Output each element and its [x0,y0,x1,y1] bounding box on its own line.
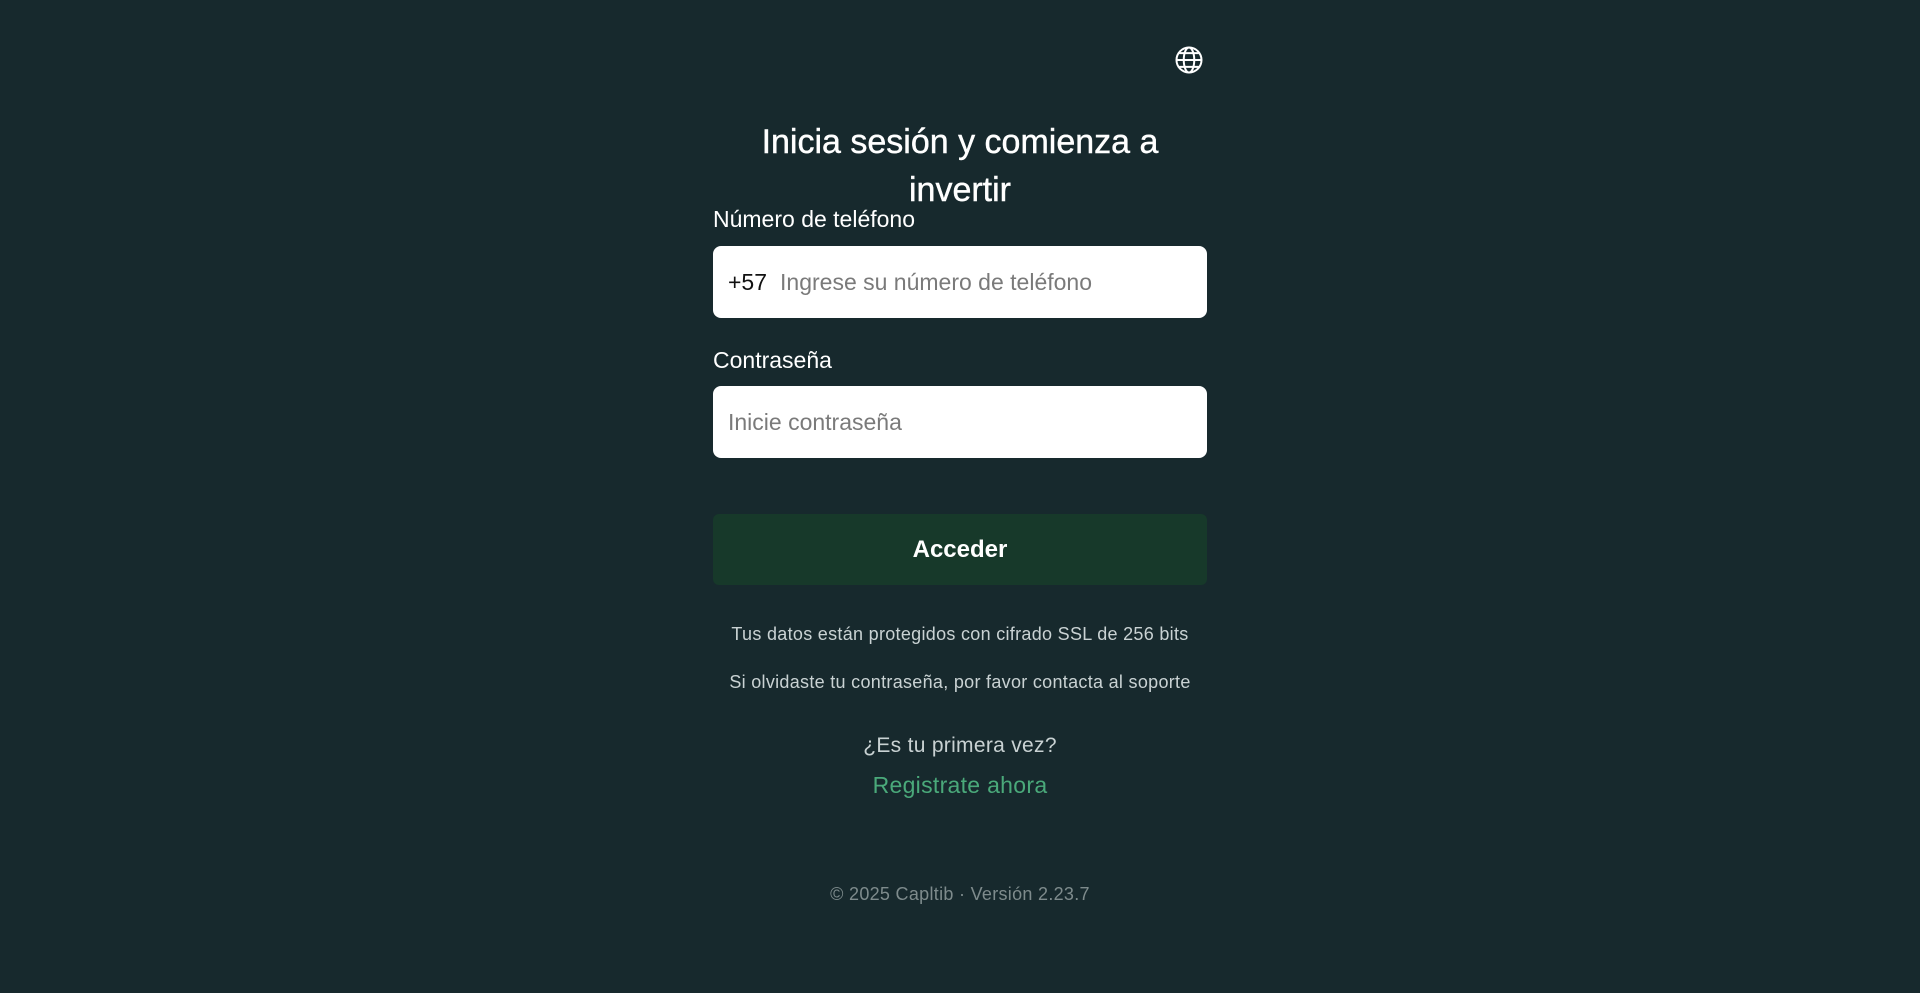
phone-input[interactable] [780,268,1192,296]
phone-label: Número de teléfono [713,206,916,232]
first-time-question: ¿Es tu primera vez? [863,734,1057,757]
globe-icon [1175,46,1203,74]
phone-field[interactable]: +57 [713,246,1207,318]
register-link[interactable]: Registrate ahora [713,772,1207,799]
footer-copyright: © 2025 Capltib · Versión 2.23.7 [830,884,1090,904]
password-input[interactable] [728,408,1192,436]
language-button[interactable] [1173,44,1205,76]
ssl-notice: Tus datos están protegidos con cifrado S… [731,624,1189,644]
login-page: Inicia sesión y comienza a invertir Núme… [0,0,1920,993]
page-title: Inicia sesión y comienza a invertir [761,123,1159,209]
password-label: Contraseña [713,347,832,373]
password-field[interactable] [713,386,1207,458]
login-button[interactable]: Acceder [713,514,1207,585]
country-code-prefix: +57 [728,268,768,295]
forgot-password-notice: Si olvidaste tu contraseña, por favor co… [729,672,1191,692]
